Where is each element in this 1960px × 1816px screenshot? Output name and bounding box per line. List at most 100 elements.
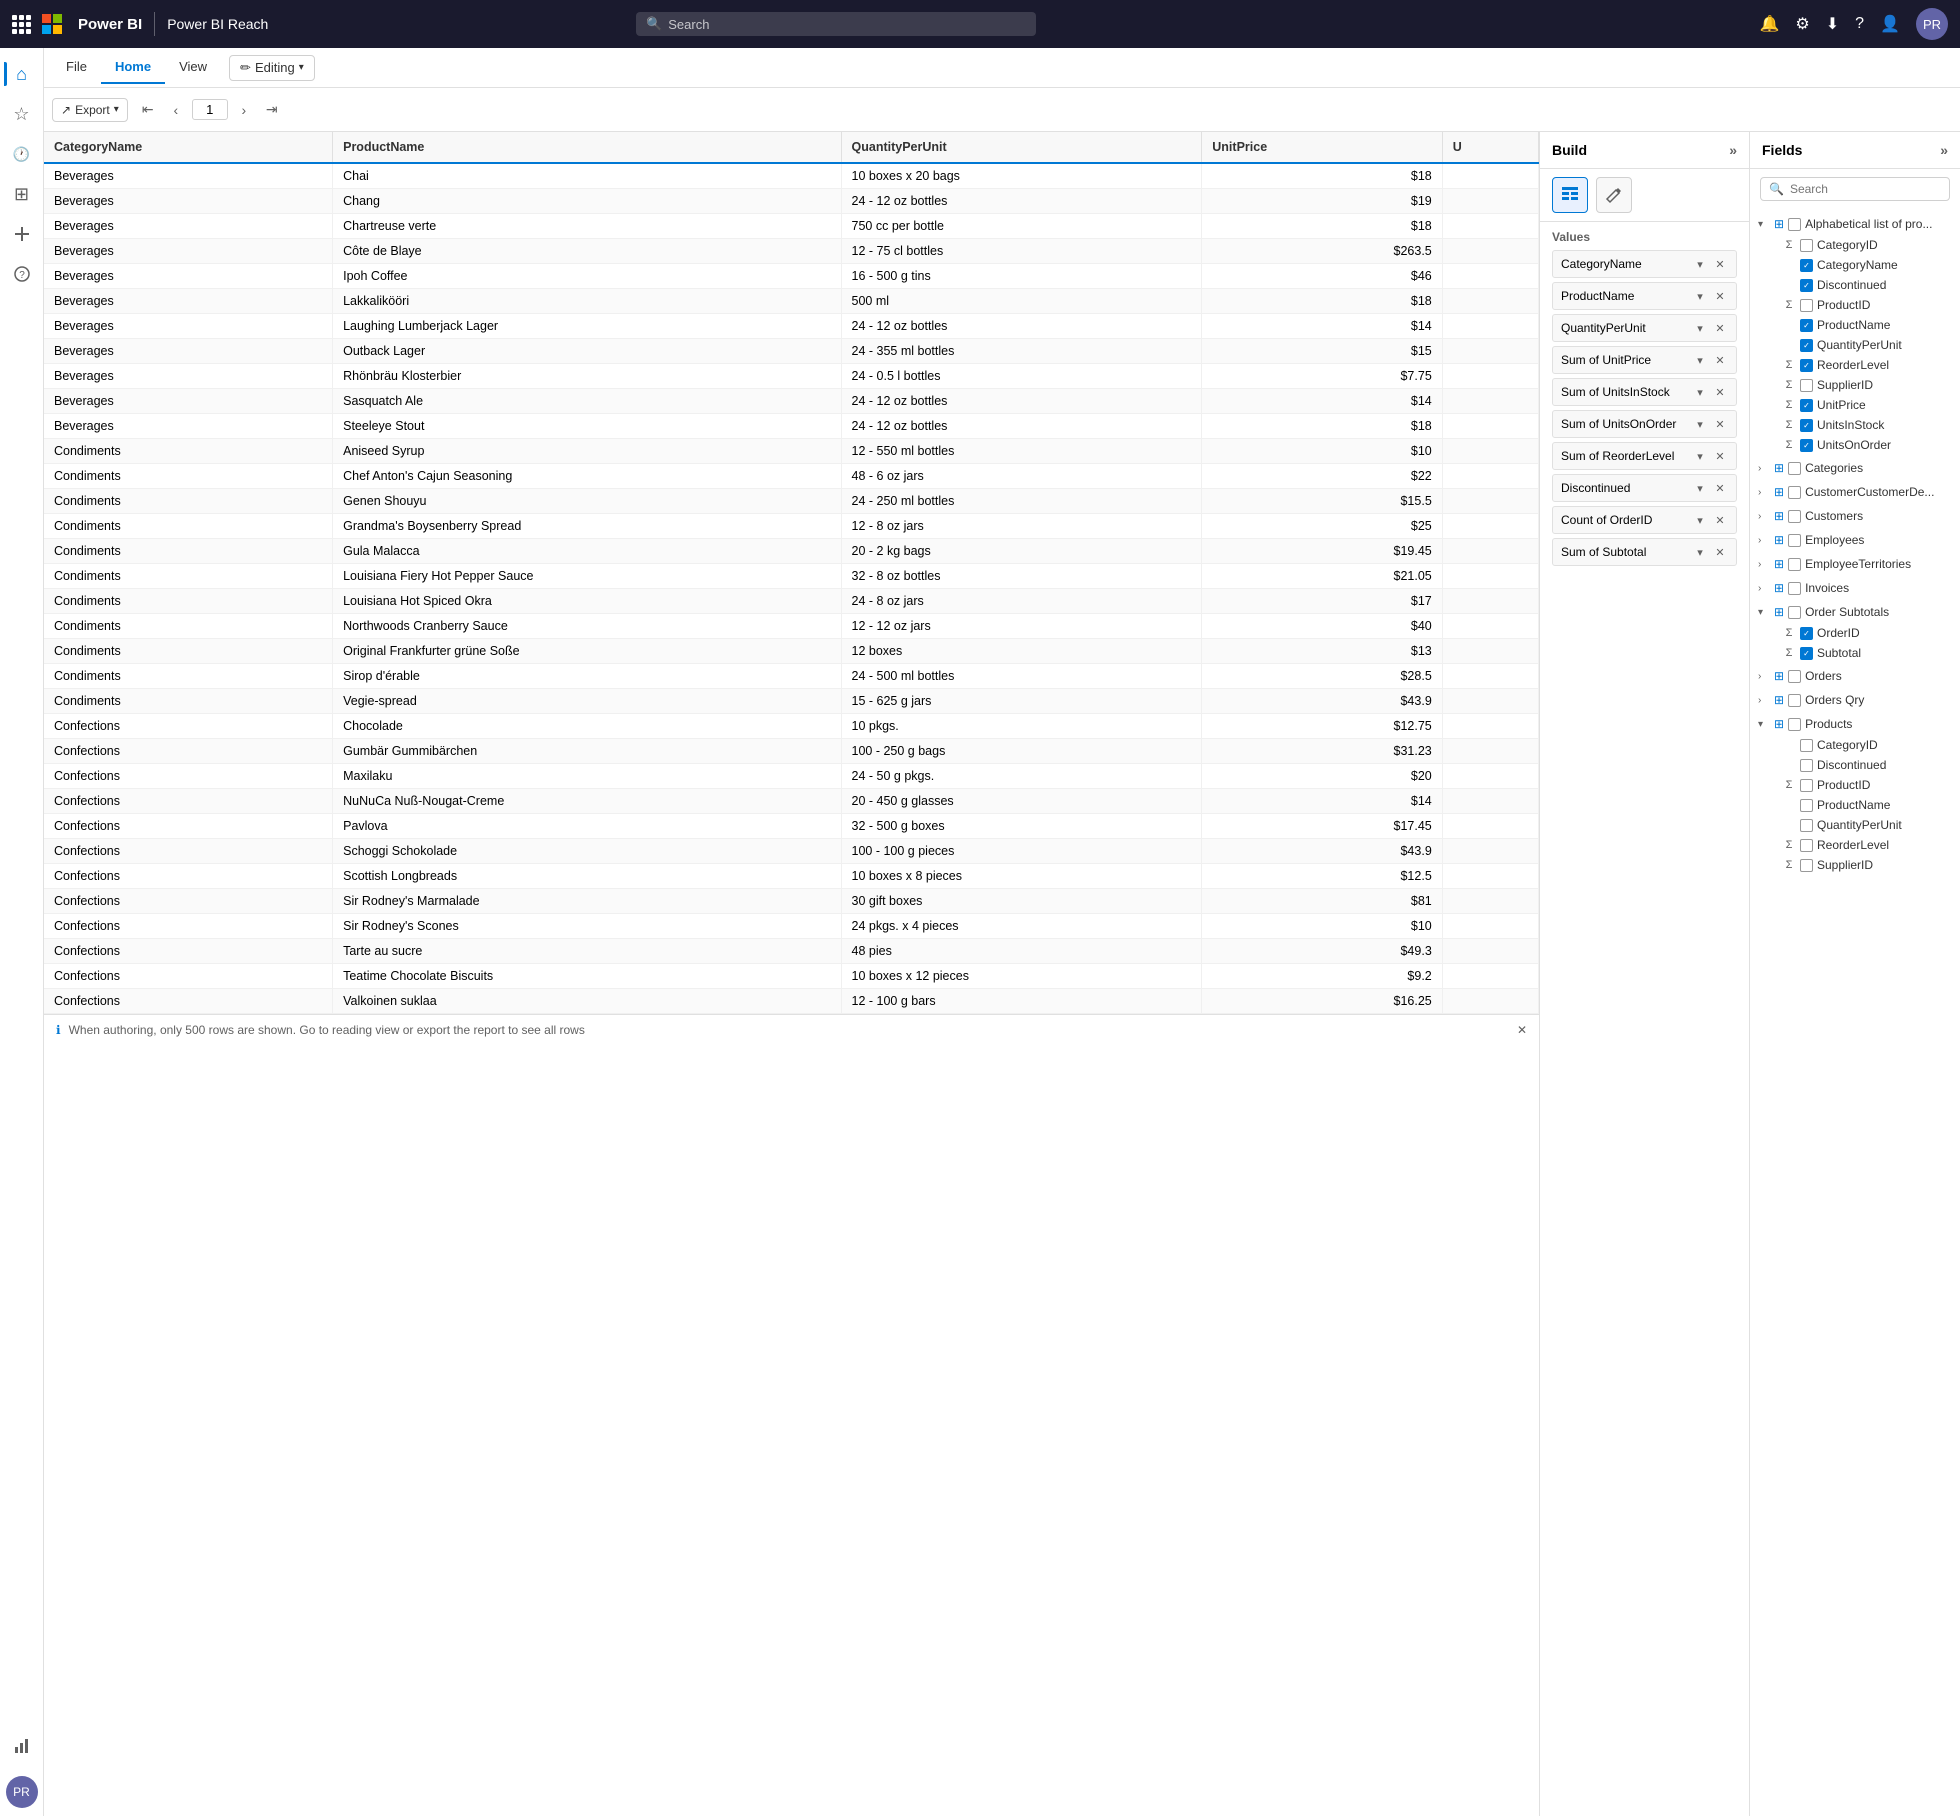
field-checkbox[interactable]: ✓ <box>1800 319 1813 332</box>
value-remove[interactable]: ✕ <box>1712 352 1728 368</box>
value-remove[interactable]: ✕ <box>1712 384 1728 400</box>
tree-item[interactable]: Σ ✓ ReorderLevel <box>1750 355 1960 375</box>
sidebar-item-home[interactable]: ⌂ <box>4 56 40 92</box>
value-remove[interactable]: ✕ <box>1712 256 1728 272</box>
tab-file[interactable]: File <box>52 51 101 84</box>
search-input[interactable] <box>668 17 1026 32</box>
value-chevron-down[interactable]: ▾ <box>1692 512 1708 528</box>
field-checkbox[interactable]: ✓ <box>1800 439 1813 452</box>
value-chevron-down[interactable]: ▾ <box>1692 416 1708 432</box>
value-item[interactable]: Sum of UnitsInStock ▾ ✕ <box>1552 378 1737 406</box>
tree-item[interactable]: Σ ✓ ProductName <box>1750 315 1960 335</box>
value-item[interactable]: Sum of Subtotal ▾ ✕ <box>1552 538 1737 566</box>
export-button[interactable]: ↗ Export ▾ <box>52 98 128 122</box>
tree-group-header[interactable]: › ⊞ EmployeeTerritories <box>1750 553 1960 575</box>
field-checkbox[interactable] <box>1800 239 1813 252</box>
value-item[interactable]: Sum of UnitPrice ▾ ✕ <box>1552 346 1737 374</box>
field-checkbox[interactable]: ✓ <box>1800 647 1813 660</box>
prev-page-button[interactable]: ‹ <box>164 98 188 122</box>
sidebar-item-metrics[interactable] <box>4 1728 40 1764</box>
group-checkbox[interactable] <box>1788 510 1801 523</box>
tree-item[interactable]: Σ ✓ UnitsInStock <box>1750 415 1960 435</box>
field-checkbox[interactable]: ✓ <box>1800 399 1813 412</box>
tree-item[interactable]: Σ ✓ UnitPrice <box>1750 395 1960 415</box>
value-remove[interactable]: ✕ <box>1712 320 1728 336</box>
col-header-productname[interactable]: ProductName <box>333 132 841 163</box>
field-checkbox[interactable] <box>1800 379 1813 392</box>
value-remove[interactable]: ✕ <box>1712 544 1728 560</box>
tab-home[interactable]: Home <box>101 51 165 84</box>
sidebar-item-create[interactable] <box>4 216 40 252</box>
help-icon[interactable]: ? <box>1855 15 1864 33</box>
sidebar-item-favorites[interactable]: ☆ <box>4 96 40 132</box>
tree-item[interactable]: Σ ✓ Discontinued <box>1750 275 1960 295</box>
sidebar-item-learn[interactable]: ? <box>4 256 40 292</box>
tree-group-header[interactable]: › ⊞ Customers <box>1750 505 1960 527</box>
build-table-icon[interactable] <box>1552 177 1588 213</box>
value-item[interactable]: Sum of ReorderLevel ▾ ✕ <box>1552 442 1737 470</box>
tree-group-header[interactable]: ▾ ⊞ Alphabetical list of pro... <box>1750 213 1960 235</box>
field-checkbox[interactable]: ✓ <box>1800 359 1813 372</box>
editing-button[interactable]: ✏ Editing ▾ <box>229 55 315 81</box>
fields-search-box[interactable]: 🔍 <box>1760 177 1950 201</box>
value-item[interactable]: ProductName ▾ ✕ <box>1552 282 1737 310</box>
user-avatar[interactable]: PR <box>1916 8 1948 40</box>
field-checkbox[interactable] <box>1800 839 1813 852</box>
tree-item[interactable]: Σ CategoryID <box>1750 235 1960 255</box>
tree-item[interactable]: Σ CategoryID <box>1750 735 1960 755</box>
group-checkbox[interactable] <box>1788 218 1801 231</box>
tree-item[interactable]: Σ SupplierID <box>1750 855 1960 875</box>
value-remove[interactable]: ✕ <box>1712 512 1728 528</box>
field-checkbox[interactable] <box>1800 799 1813 812</box>
field-checkbox[interactable] <box>1800 779 1813 792</box>
col-header-u[interactable]: U <box>1442 132 1538 163</box>
first-page-button[interactable]: ⇤ <box>136 98 160 122</box>
tree-item[interactable]: Σ ✓ CategoryName <box>1750 255 1960 275</box>
field-checkbox[interactable] <box>1800 859 1813 872</box>
tree-group-header[interactable]: › ⊞ Employees <box>1750 529 1960 551</box>
tree-group-header[interactable]: › ⊞ Invoices <box>1750 577 1960 599</box>
field-checkbox[interactable] <box>1800 739 1813 752</box>
value-chevron-down[interactable]: ▾ <box>1692 544 1708 560</box>
global-search[interactable]: 🔍 <box>636 12 1036 36</box>
notification-icon[interactable]: 🔔 <box>1759 14 1779 34</box>
value-item[interactable]: Discontinued ▾ ✕ <box>1552 474 1737 502</box>
tree-item[interactable]: Σ ReorderLevel <box>1750 835 1960 855</box>
download-icon[interactable]: ⬇ <box>1826 14 1839 34</box>
tree-item[interactable]: Σ ProductID <box>1750 295 1960 315</box>
group-checkbox[interactable] <box>1788 582 1801 595</box>
col-header-quantityperunit[interactable]: QuantityPerUnit <box>841 132 1202 163</box>
group-checkbox[interactable] <box>1788 462 1801 475</box>
tree-item[interactable]: Σ ✓ Subtotal <box>1750 643 1960 663</box>
tab-view[interactable]: View <box>165 51 221 84</box>
sidebar-profile-icon[interactable]: PR <box>6 1776 38 1808</box>
sidebar-item-apps[interactable]: ⊞ <box>4 176 40 212</box>
settings-icon[interactable]: ⚙ <box>1795 14 1809 34</box>
value-chevron-down[interactable]: ▾ <box>1692 384 1708 400</box>
group-checkbox[interactable] <box>1788 694 1801 707</box>
close-bottom-bar[interactable]: ✕ <box>1517 1023 1527 1037</box>
tree-item[interactable]: Σ Discontinued <box>1750 755 1960 775</box>
tree-item[interactable]: Σ SupplierID <box>1750 375 1960 395</box>
hamburger-icon[interactable] <box>12 15 30 34</box>
build-expand-button[interactable]: » <box>1729 142 1737 158</box>
field-checkbox[interactable]: ✓ <box>1800 339 1813 352</box>
field-checkbox[interactable] <box>1800 759 1813 772</box>
group-checkbox[interactable] <box>1788 606 1801 619</box>
col-header-categoryname[interactable]: CategoryName <box>44 132 333 163</box>
value-chevron-down[interactable]: ▾ <box>1692 288 1708 304</box>
field-checkbox[interactable]: ✓ <box>1800 259 1813 272</box>
tree-group-header[interactable]: › ⊞ Categories <box>1750 457 1960 479</box>
tree-item[interactable]: Σ ✓ OrderID <box>1750 623 1960 643</box>
value-remove[interactable]: ✕ <box>1712 416 1728 432</box>
build-edit-icon[interactable] <box>1596 177 1632 213</box>
last-page-button[interactable]: ⇥ <box>260 98 284 122</box>
tree-group-header[interactable]: ▾ ⊞ Products <box>1750 713 1960 735</box>
account-icon[interactable]: 👤 <box>1880 14 1900 34</box>
tree-item[interactable]: Σ QuantityPerUnit <box>1750 815 1960 835</box>
field-checkbox[interactable]: ✓ <box>1800 279 1813 292</box>
value-chevron-down[interactable]: ▾ <box>1692 256 1708 272</box>
field-checkbox[interactable] <box>1800 819 1813 832</box>
value-remove[interactable]: ✕ <box>1712 448 1728 464</box>
tree-item[interactable]: Σ ProductName <box>1750 795 1960 815</box>
